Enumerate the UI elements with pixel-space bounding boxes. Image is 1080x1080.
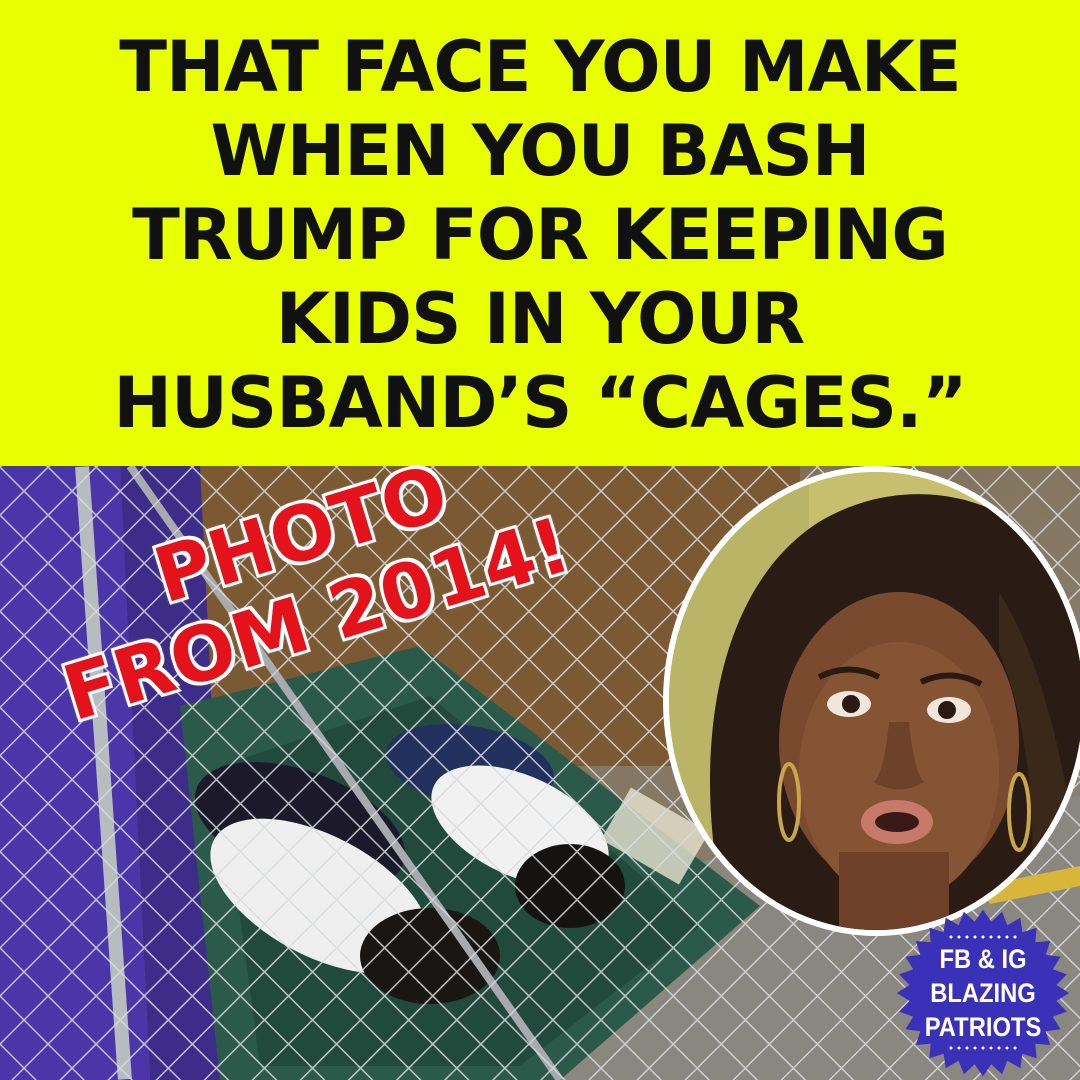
woman-portrait-illustration bbox=[669, 472, 1080, 930]
headline-panel: THAT FACE YOU MAKE WHEN YOU BASH TRUMP F… bbox=[0, 0, 1080, 466]
meme-image: THAT FACE YOU MAKE WHEN YOU BASH TRUMP F… bbox=[0, 0, 1080, 1080]
badge-dots-bottom bbox=[947, 1046, 1019, 1050]
badge-line-3: PATRIOTS bbox=[924, 1012, 1042, 1042]
portrait-inset bbox=[663, 466, 1080, 936]
badge-text: FB & IG BLAZING PATRIOTS bbox=[905, 942, 1062, 1044]
badge-dots-top bbox=[947, 935, 1019, 939]
badge-line-1: FB & IG bbox=[939, 944, 1027, 974]
headline-line: THAT FACE YOU MAKE bbox=[119, 26, 962, 108]
headline-line: WHEN YOU BASH bbox=[210, 110, 870, 192]
watermark-badge: FB & IG BLAZING PATRIOTS bbox=[894, 908, 1072, 1078]
badge-line-2: BLAZING bbox=[930, 978, 1036, 1008]
headline-line: TRUMP FOR KEEPING bbox=[132, 194, 949, 276]
headline-line: KIDS IN YOUR bbox=[275, 278, 806, 360]
headline: THAT FACE YOU MAKE WHEN YOU BASH TRUMP F… bbox=[113, 25, 967, 445]
